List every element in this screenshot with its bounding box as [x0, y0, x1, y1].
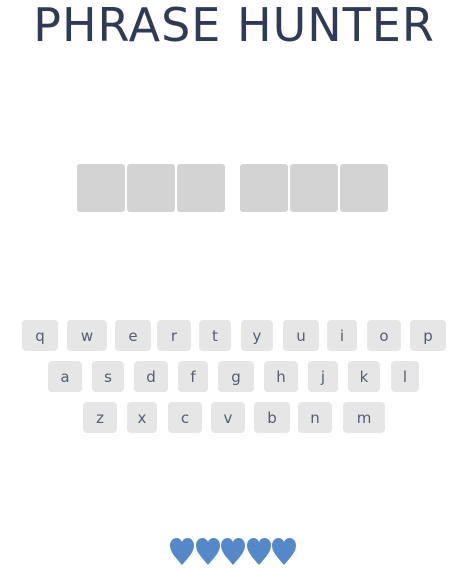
heart-icon: [195, 538, 220, 565]
lives-display: [170, 538, 300, 568]
letter-box: [290, 164, 338, 212]
page-title: PHRASE HUNTER: [33, 0, 435, 52]
key-a[interactable]: a: [48, 361, 82, 392]
key-w[interactable]: w: [67, 320, 107, 351]
heart-icon: [170, 538, 194, 565]
heart-icon: [246, 538, 271, 565]
key-s[interactable]: s: [92, 361, 124, 392]
heart-icon: [221, 538, 245, 565]
key-b[interactable]: b: [254, 402, 290, 433]
letter-box: [340, 164, 388, 212]
key-k[interactable]: k: [348, 361, 380, 392]
heart-icon: [272, 538, 296, 565]
key-j[interactable]: j: [308, 361, 338, 392]
game-board: PHRASE HUNTER qwertyuiop asdfghjkl zxcvbnm: [0, 0, 468, 568]
key-v[interactable]: v: [211, 402, 245, 433]
key-x[interactable]: x: [127, 402, 157, 433]
key-t[interactable]: t: [199, 320, 231, 351]
key-m[interactable]: m: [343, 402, 385, 433]
key-g[interactable]: g: [218, 361, 254, 392]
letter-box: [240, 164, 288, 212]
key-n[interactable]: n: [298, 402, 332, 433]
key-r[interactable]: r: [157, 320, 191, 351]
key-h[interactable]: h: [264, 361, 298, 392]
key-d[interactable]: d: [134, 361, 168, 392]
key-z[interactable]: z: [83, 402, 117, 433]
key-c[interactable]: c: [168, 402, 202, 433]
key-y[interactable]: y: [241, 320, 273, 351]
key-q[interactable]: q: [22, 320, 58, 351]
letter-box: [127, 164, 175, 212]
key-o[interactable]: o: [367, 320, 401, 351]
key-e[interactable]: e: [115, 320, 151, 351]
key-f[interactable]: f: [178, 361, 208, 392]
key-l[interactable]: l: [391, 361, 419, 392]
letter-box: [77, 164, 125, 212]
letter-box: [177, 164, 225, 212]
key-i[interactable]: i: [327, 320, 357, 351]
key-p[interactable]: p: [410, 320, 446, 351]
key-u[interactable]: u: [283, 320, 319, 351]
